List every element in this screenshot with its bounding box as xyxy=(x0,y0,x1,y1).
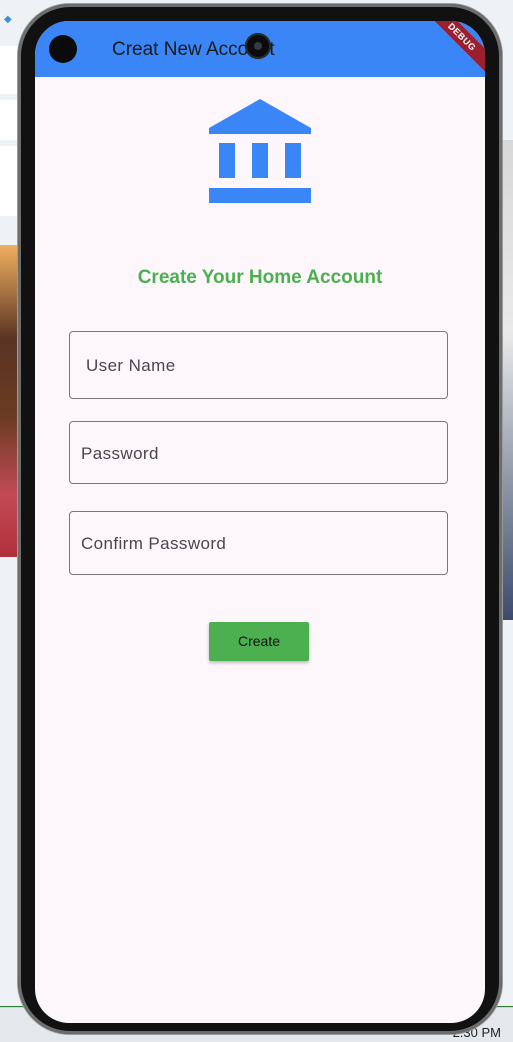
app-screen: Creat New Account DEBUG Create Your Home… xyxy=(35,21,485,1023)
create-button[interactable]: Create xyxy=(209,622,309,661)
confirm-password-field[interactable]: Confirm Password xyxy=(69,511,448,575)
confirm-password-label: Confirm Password xyxy=(81,534,227,553)
background-image xyxy=(0,245,18,557)
password-field[interactable]: Password xyxy=(69,421,448,484)
form-heading: Create Your Home Account xyxy=(137,267,383,288)
background-panel xyxy=(0,146,20,216)
debug-banner: DEBUG xyxy=(424,21,485,75)
app-bar: Creat New Account DEBUG xyxy=(35,21,485,77)
bank-icon xyxy=(209,99,311,203)
back-button[interactable] xyxy=(49,35,77,63)
phone-frame: Creat New Account DEBUG Create Your Home… xyxy=(18,4,502,1034)
background-panel xyxy=(0,100,20,140)
username-field[interactable]: User Name xyxy=(69,331,448,399)
flutter-logo-icon: ◆ xyxy=(4,14,12,25)
camera-cutout xyxy=(245,33,271,59)
background-panel xyxy=(0,46,20,94)
password-label: Password xyxy=(81,444,159,463)
username-label: User Name xyxy=(86,356,176,375)
